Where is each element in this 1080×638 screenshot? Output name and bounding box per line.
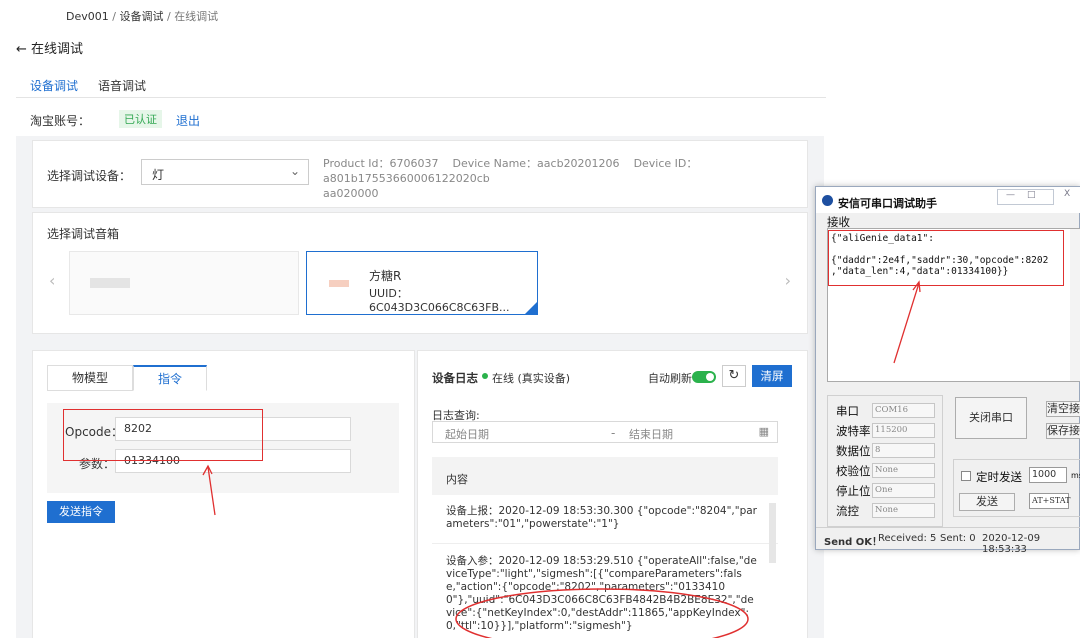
app-logo-icon [822,195,833,206]
minimize-icon[interactable]: — [1006,190,1015,200]
send-command-button[interactable]: 发送指令 [47,501,115,523]
page-title: 在线调试 [31,42,84,57]
speaker-uuid: UUID：6C043D3C066C8C63FB... [369,287,510,314]
date-range-picker[interactable]: 起始日期 - 结束日期 ▦ [432,421,778,443]
tab-command[interactable]: 指令 [133,365,207,391]
receive-scrollbar[interactable] [1070,229,1080,381]
rx-highlight-box [828,230,1064,286]
baud-select[interactable]: 115200 [872,423,935,438]
refresh-icon[interactable]: ↻ [722,365,746,387]
rx-red-arrow [893,280,921,364]
red-arrow-annotation [202,464,216,516]
port-select[interactable]: COM16 [872,403,935,418]
close-port-button[interactable]: 关闭串口 [955,397,1027,439]
logout-link[interactable]: 退出 [176,112,200,129]
timed-send-checkbox[interactable] [961,471,971,481]
window-title-bar: 安信可串口调试助手 — □ X [816,187,1080,213]
window-controls: — □ [997,189,1054,205]
status-received: Received: 5 [878,533,937,544]
auto-refresh-label: 自动刷新 [648,372,692,385]
tab-thing-model[interactable]: 物模型 [47,365,133,391]
device-info: Product Id：6706037 Device Name：aacb20201… [323,156,803,201]
speaker-name: 方糖R [369,269,402,283]
speaker-card: 选择调试音箱 ‹ 方糖R UUID：6C043D3C066C8C63FB... … [32,212,808,334]
back-arrow-icon: ← [16,42,27,57]
maximize-icon[interactable]: □ [1027,190,1036,200]
parity-select[interactable]: None [872,463,935,478]
clear-screen-button[interactable]: 清屏 [752,365,792,387]
send-button[interactable]: 发送 [959,493,1015,511]
chevron-right-icon[interactable]: › [785,271,791,290]
status-time: 2020-12-09 18:53:33 [982,533,1041,555]
command-panel: 物模型 指令 Opcode： 8202 参数： 01334100 发送指令 [32,350,415,638]
chevron-left-icon[interactable]: ‹ [49,271,55,290]
status-send-ok: Send OK！ [824,537,882,548]
device-card: 选择调试设备： 灯 ⌄ Product Id：6706037 Device Na… [32,140,808,208]
speaker-option-1[interactable] [69,251,299,315]
breadcrumb-current: 在线调试 [174,10,219,23]
save-receive-button[interactable]: 保存接 [1046,423,1080,439]
device-id-cont: aa020000 [323,187,379,200]
device-name: Device Name：aacb20201206 [452,157,620,170]
speaker-image [329,280,349,287]
main-content: 淘宝账号： 已认证 退出 选择调试设备： 灯 ⌄ Product Id：6706… [16,98,824,638]
status-bar: Send OK！ Received: 5 Sent: 0 2020-12-09 … [816,527,1080,555]
flow-control-select[interactable]: None [872,503,935,518]
speaker-option-selected[interactable]: 方糖R UUID：6C043D3C066C8C63FB... [306,251,538,315]
account-label: 淘宝账号： [30,114,91,128]
online-status: 在线 (真实设备) [492,372,571,385]
window-title: 安信可串口调试助手 [838,197,937,210]
serial-debug-window: 安信可串口调试助手 — □ X 接收 {"aliGenie_data1": {"… [815,186,1080,555]
close-icon[interactable]: X [1064,189,1070,199]
send-text-input[interactable]: AT+STAT [1029,493,1070,509]
data-bits-select[interactable]: 8 [872,443,935,458]
product-id: Product Id：6706037 [323,157,439,170]
tab-voice-debug[interactable]: 语音调试 [98,77,146,94]
speaker-title: 选择调试音箱 [47,227,120,241]
back-button[interactable]: ← 在线调试 [16,38,83,57]
calendar-icon: ▦ [758,425,769,438]
device-label: 选择调试设备： [47,169,132,183]
verified-badge: 已认证 [119,110,162,128]
log-scrollbar[interactable] [769,503,776,563]
log-title: 设备日志 [432,371,478,385]
breadcrumb: Dev001 / 设备调试 / 在线调试 [66,10,219,23]
selected-check-icon [525,302,537,314]
device-select[interactable]: 灯 ⌄ [141,159,309,185]
main-tabs: 设备调试 语音调试 [16,71,826,101]
clear-receive-button[interactable]: 清空接 [1046,401,1080,417]
breadcrumb-root[interactable]: Dev001 [66,10,109,23]
highlight-box [63,409,263,461]
blurred-avatar [90,278,130,288]
stop-bits-select[interactable]: One [872,483,935,498]
breadcrumb-debug[interactable]: 设备调试 [119,10,163,23]
auto-refresh-toggle[interactable] [692,371,716,383]
end-date: 结束日期 [629,428,673,441]
log-entry-report: 设备上报：2020-12-09 18:53:30.300 {"opcode":"… [446,505,757,530]
timed-send-label: 定时发送 [976,470,1022,484]
chevron-down-icon: ⌄ [289,164,300,178]
status-sent: Sent: 0 [940,533,976,544]
interval-input[interactable]: 1000 [1029,467,1067,483]
account-row: 淘宝账号： 已认证 退出 [16,98,824,136]
log-panel: 设备日志 在线 (真实设备) 自动刷新 ↻ 清屏 日志查询: 起始日期 - 结束… [417,350,808,638]
online-dot-icon [482,373,488,379]
red-ellipse-annotation [455,588,749,638]
start-date: 起始日期 [445,428,489,441]
content-header: 内容 [446,473,468,486]
